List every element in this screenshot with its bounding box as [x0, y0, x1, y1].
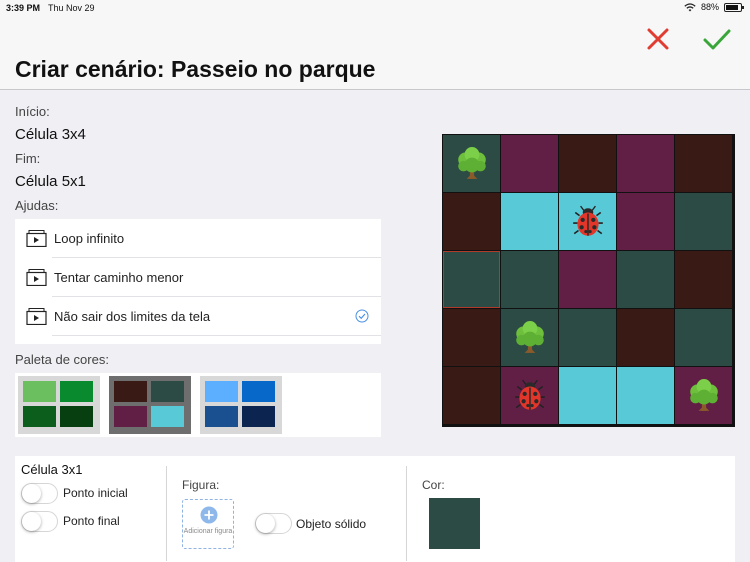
color-swatch — [242, 381, 275, 402]
start-value: Célula 3x4 — [15, 126, 86, 143]
play-folder-icon — [26, 269, 47, 286]
end-value: Célula 5x1 — [15, 173, 86, 190]
navigation-header: Criar cenário: Passeio no parque — [0, 16, 750, 90]
grid-cell[interactable] — [617, 135, 674, 192]
color-swatch — [205, 381, 238, 402]
grid-cell[interactable] — [617, 193, 674, 250]
toggle-knob — [256, 514, 275, 533]
confirm-button[interactable] — [699, 22, 735, 58]
play-folder-icon — [26, 230, 47, 247]
color-swatch — [114, 406, 147, 427]
grid-cell[interactable] — [501, 251, 558, 308]
palette-options — [15, 373, 381, 437]
toggle-knob — [22, 512, 41, 531]
grid-cell[interactable] — [559, 251, 616, 308]
solid-object-label: Objeto sólido — [296, 517, 367, 531]
color-swatch — [23, 381, 56, 402]
ladybug-icon — [571, 204, 604, 237]
grid-cell[interactable] — [559, 367, 616, 424]
grid-cell[interactable] — [675, 193, 732, 250]
cancel-button[interactable] — [640, 22, 676, 58]
solid-object-toggle[interactable] — [255, 513, 292, 534]
grid-cell[interactable] — [443, 193, 500, 250]
ladybug-icon — [513, 378, 546, 411]
color-swatch — [151, 406, 184, 427]
end-point-label: Ponto final — [63, 514, 120, 528]
figure-label: Figura: — [182, 478, 220, 492]
grid-cell[interactable] — [675, 367, 732, 424]
add-figure-button[interactable]: Adicionar figura — [182, 499, 234, 549]
palette-option-green[interactable] — [18, 376, 100, 434]
cell-color-swatch[interactable] — [429, 498, 480, 549]
section-divider — [406, 466, 407, 561]
section-divider — [166, 466, 167, 561]
cell-editor-title: Célula 3x1 — [21, 462, 83, 477]
grid-cell[interactable] — [559, 193, 616, 250]
help-item-label: Tentar caminho menor — [54, 270, 184, 285]
grid-cell[interactable] — [559, 135, 616, 192]
close-icon — [647, 28, 669, 50]
scenario-grid — [442, 134, 735, 427]
status-date: Thu Nov 29 — [48, 3, 95, 13]
grid-cell[interactable] — [617, 251, 674, 308]
grid-cell[interactable] — [501, 193, 558, 250]
color-label: Cor: — [422, 478, 445, 492]
grid-cell[interactable] — [443, 251, 500, 308]
battery-level — [726, 4, 739, 10]
palette-label: Paleta de cores: — [15, 352, 109, 367]
color-swatch — [114, 381, 147, 402]
palette-option-blue[interactable] — [200, 376, 282, 434]
grid-cell[interactable] — [443, 309, 500, 366]
palette-option-park[interactable] — [109, 376, 191, 434]
grid-cell[interactable] — [443, 367, 500, 424]
grid-cell[interactable] — [501, 135, 558, 192]
row-divider — [52, 335, 381, 336]
status-right: 88% — [684, 2, 744, 12]
end-label: Fim: — [15, 151, 41, 166]
tree-icon — [457, 146, 486, 179]
grid-cell[interactable] — [443, 135, 500, 192]
toggle-knob — [22, 484, 41, 503]
help-item-shortest-path[interactable]: Tentar caminho menor — [15, 258, 381, 297]
helps-list: Loop infinito Tentar caminho menor Não s… — [15, 219, 381, 344]
help-item-label: Loop infinito — [54, 231, 125, 246]
color-swatch — [205, 406, 238, 427]
battery-percent: 88% — [700, 2, 719, 12]
grid-cell[interactable] — [675, 309, 732, 366]
checkmark-circle-icon — [355, 309, 369, 323]
status-bar: 3:39 PM Thu Nov 29 88% — [0, 0, 750, 16]
help-item-stay-in-bounds[interactable]: Não sair dos limites da tela — [15, 297, 381, 336]
grid-cell[interactable] — [501, 309, 558, 366]
plus-icon — [200, 506, 218, 524]
color-swatch — [151, 381, 184, 402]
grid-cell[interactable] — [617, 367, 674, 424]
end-point-toggle[interactable] — [21, 511, 58, 532]
add-figure-label: Adicionar figura — [183, 528, 233, 535]
color-swatch — [242, 406, 275, 427]
cell-editor-panel: Célula 3x1 Ponto inicial Ponto final Fig… — [15, 456, 735, 562]
grid-cell[interactable] — [675, 251, 732, 308]
play-folder-icon — [26, 308, 47, 325]
grid-cell[interactable] — [559, 309, 616, 366]
grid-cell[interactable] — [675, 135, 732, 192]
color-swatch — [23, 406, 56, 427]
start-point-label: Ponto inicial — [63, 486, 128, 500]
battery-icon — [724, 2, 744, 12]
grid-cell[interactable] — [501, 367, 558, 424]
helps-label: Ajudas: — [15, 198, 59, 213]
color-swatch — [60, 406, 93, 427]
tree-icon — [515, 320, 544, 353]
color-swatch — [60, 381, 93, 402]
page-title: Criar cenário: Passeio no parque — [15, 56, 376, 82]
start-point-toggle[interactable] — [21, 483, 58, 504]
start-label: Início: — [15, 104, 50, 119]
status-time: 3:39 PM — [6, 3, 41, 13]
tree-icon — [689, 378, 718, 411]
help-item-infinite-loop[interactable]: Loop infinito — [15, 219, 381, 258]
help-item-label: Não sair dos limites da tela — [54, 309, 211, 324]
checkmark-icon — [703, 29, 731, 50]
grid-cell[interactable] — [617, 309, 674, 366]
wifi-icon — [684, 2, 696, 11]
